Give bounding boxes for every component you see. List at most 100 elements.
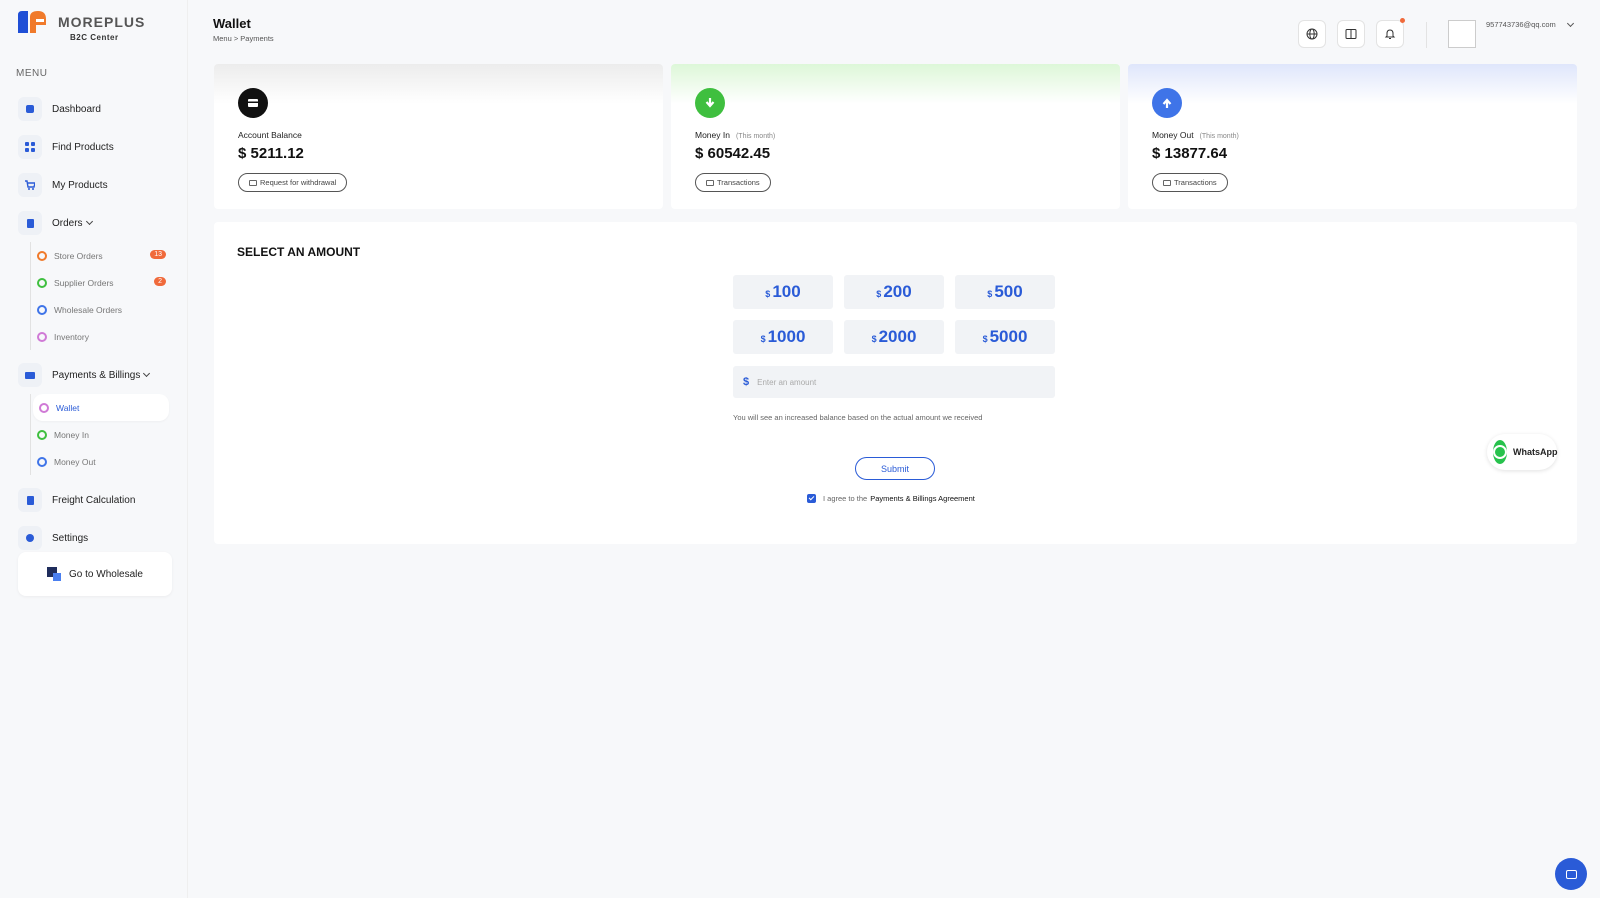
submit-button[interactable]: Submit — [855, 457, 935, 480]
sidebar-item-my-products[interactable]: My Products — [18, 166, 172, 204]
sidebar-item-freight-calculation[interactable]: Freight Calculation — [18, 481, 172, 519]
sidebar-subitem-money-in[interactable]: Money In — [31, 421, 172, 448]
card-value: $ 13877.64 — [1152, 145, 1228, 162]
breadcrumb: Menu > Payments — [213, 34, 274, 43]
amount-option-5000[interactable]: $5000 — [955, 320, 1055, 354]
status-dot-icon — [37, 250, 47, 261]
amount-option-100[interactable]: $100 — [733, 275, 833, 309]
sidebar-item-label: Find Products — [52, 141, 114, 153]
chevron-down-icon — [85, 217, 93, 226]
grid-icon — [18, 135, 42, 159]
amount-input-wrapper: $ — [733, 366, 1055, 398]
panel-title: SELECT AN AMOUNT — [237, 245, 361, 259]
bell-icon — [1384, 29, 1396, 39]
agreement-text: I agree to the — [823, 494, 868, 503]
card-label: Account Balance — [238, 130, 302, 140]
sidebar-item-label: Settings — [52, 532, 89, 544]
card-label-text: Money In — [695, 130, 730, 140]
amount-option-200[interactable]: $200 — [844, 275, 944, 309]
amount-value: 200 — [883, 282, 912, 301]
notifications-button[interactable] — [1376, 18, 1405, 48]
wallet-icon — [238, 88, 268, 118]
sidebar-nav: Dashboard Find Products My Products Orde… — [18, 90, 172, 557]
arrow-down-icon — [695, 88, 725, 118]
sidebar-item-label: My Products — [52, 179, 108, 191]
status-dot-icon — [39, 402, 49, 413]
book-icon — [1345, 29, 1357, 39]
sidebar-subitem-label: Wholesale Orders — [54, 304, 123, 315]
sidebar-subitem-store-orders[interactable]: Store Orders 13 — [31, 242, 172, 269]
agreement-checkbox[interactable] — [807, 494, 816, 503]
card-mini-icon — [249, 179, 257, 186]
card-mini-icon — [706, 179, 714, 186]
sidebar-item-orders[interactable]: Orders — [18, 204, 172, 242]
select-amount-panel: SELECT AN AMOUNT $100 $200 $500 $1000 $2… — [214, 222, 1577, 544]
sidebar-subitem-wallet[interactable]: Wallet — [33, 394, 169, 421]
card-label: Money In (This month) — [695, 130, 775, 140]
amount-option-500[interactable]: $500 — [955, 275, 1055, 309]
sidebar-subitem-inventory[interactable]: Inventory — [31, 323, 172, 350]
sidebar: MOREPLUS B2C Center MENU Dashboard Find … — [0, 0, 188, 898]
request-withdrawal-button[interactable]: Request for withdrawal — [238, 173, 348, 192]
money-out-transactions-button[interactable]: Transactions — [1152, 173, 1228, 192]
amount-value: 500 — [994, 282, 1023, 301]
whatsapp-button[interactable]: WhatsApp — [1487, 434, 1558, 470]
user-email[interactable]: 957743736@qq.com — [1486, 20, 1556, 29]
transactions-label: Transactions — [717, 178, 760, 187]
brand[interactable]: MOREPLUS B2C Center — [16, 9, 145, 42]
sidebar-item-label: Dashboard — [52, 103, 101, 115]
currency-symbol: $ — [987, 289, 993, 299]
card-value: $ 60542.45 — [695, 145, 771, 162]
avatar[interactable] — [1448, 20, 1476, 48]
card-gradient — [671, 64, 1120, 104]
money-out-card: Money Out (This month) $ 13877.64 Transac… — [1128, 64, 1577, 209]
brand-logo-icon — [16, 9, 52, 35]
chevron-down-icon — [143, 369, 151, 378]
sidebar-item-payments-billings[interactable]: Payments & Billings — [18, 356, 172, 394]
sidebar-item-label: Payments & Billings — [52, 369, 141, 381]
sidebar-subitem-label: Money In — [54, 429, 89, 440]
currency-symbol: $ — [876, 289, 882, 299]
count-badge: 2 — [154, 277, 166, 286]
language-button[interactable] — [1298, 20, 1326, 48]
sidebar-subitem-money-out[interactable]: Money Out — [31, 448, 172, 475]
sidebar-subitem-supplier-orders[interactable]: Supplier Orders 2 — [31, 269, 172, 296]
amount-value: 100 — [772, 282, 801, 301]
money-in-transactions-button[interactable]: Transactions — [695, 173, 771, 192]
go-to-wholesale-button[interactable]: Go to Wholesale — [18, 552, 172, 596]
currency-symbol: $ — [765, 289, 771, 299]
sidebar-subitem-wholesale-orders[interactable]: Wholesale Orders — [31, 296, 172, 323]
count-badge: 13 — [150, 250, 166, 259]
whatsapp-icon — [1493, 440, 1507, 464]
card-label-text: Money Out — [1152, 130, 1194, 140]
sidebar-item-label: Orders — [52, 217, 83, 229]
card-value: $ 5211.12 — [238, 145, 304, 162]
transactions-label: Transactions — [1174, 178, 1217, 187]
amount-input[interactable] — [757, 377, 1038, 387]
sidebar-subitem-label: Inventory — [54, 331, 89, 342]
currency-symbol: $ — [871, 334, 877, 344]
orders-submenu: Store Orders 13 Supplier Orders 2 Wholes… — [30, 242, 172, 350]
arrow-up-icon — [1152, 88, 1182, 118]
card-label: Money Out (This month) — [1152, 130, 1239, 140]
amount-option-2000[interactable]: $2000 — [844, 320, 944, 354]
chat-icon — [1565, 869, 1577, 879]
guide-button[interactable] — [1337, 20, 1365, 48]
top-header: Wallet Menu > Payments 957743736@qq.com — [188, 0, 1600, 60]
agreement-row: I agree to the Payments & Billings Agree… — [807, 494, 975, 503]
chat-button[interactable] — [1555, 858, 1587, 890]
request-withdrawal-label: Request for withdrawal — [260, 178, 337, 187]
currency-symbol: $ — [982, 334, 988, 344]
card-period: (This month) — [1199, 133, 1239, 140]
go-to-wholesale-label: Go to Wholesale — [69, 568, 143, 580]
agreement-link[interactable]: Payments & Billings Agreement — [870, 494, 975, 503]
sidebar-subitem-label: Wallet — [56, 402, 80, 413]
amount-option-1000[interactable]: $1000 — [733, 320, 833, 354]
sidebar-item-dashboard[interactable]: Dashboard — [18, 90, 172, 128]
page-title: Wallet — [213, 16, 251, 31]
chevron-down-icon[interactable] — [1566, 19, 1575, 28]
sidebar-item-find-products[interactable]: Find Products — [18, 128, 172, 166]
card-icon — [18, 363, 42, 387]
document-icon — [18, 211, 42, 235]
money-in-card: Money In (This month) $ 60542.45 Transact… — [671, 64, 1120, 209]
